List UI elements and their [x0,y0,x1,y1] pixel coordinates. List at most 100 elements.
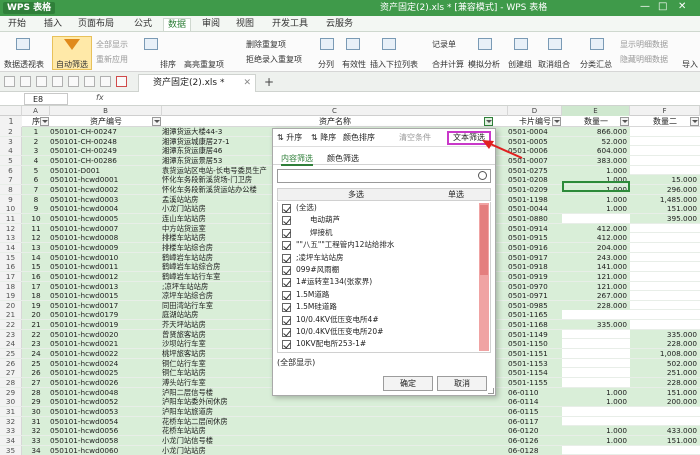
column-header-a[interactable]: A [22,106,50,116]
multi-select-header[interactable]: 多选 [348,189,364,201]
filter-list-item[interactable]: 1.5M道路 [278,289,490,301]
cell-code[interactable]: 050101-hcwd0020 [50,330,162,339]
checkbox-checked[interactable] [282,254,291,263]
cell-code[interactable]: 050101-CH-00249 [50,146,162,155]
cell-code[interactable]: 050101-hcwd0012 [50,272,162,281]
cell-card[interactable]: 0501-0914 [508,224,562,233]
cell-q1[interactable]: 1.000 [562,166,630,175]
close-icon[interactable]: ✕ [678,1,686,12]
highlight-duplicates-button[interactable]: 高亮重复项 [184,59,224,70]
cell-q1[interactable]: 604.000 [562,146,630,155]
tab-formula[interactable]: 公式 [134,18,156,31]
cell-q2[interactable]: 151.000 [630,388,700,397]
column-header-c[interactable]: C [162,106,508,116]
cell-card[interactable]: 0501-1149 [508,330,562,339]
cell-code[interactable]: 050101-hcwd0007 [50,224,162,233]
cell-s[interactable]: 23 [22,339,50,348]
cell-card[interactable]: 0501-0985 [508,301,562,310]
cell-code[interactable]: 050101-hcwd0179 [50,310,162,319]
cell-s[interactable]: 4 [22,156,50,165]
filter-dropdown-c[interactable] [484,117,493,126]
cell-card[interactable]: 0501-1151 [508,349,562,358]
filter-list-item[interactable]: ""八五""工程管内12站给排水 [278,239,490,251]
cell-s[interactable]: 10 [22,214,50,223]
cell-card[interactable]: 0501-1165 [508,310,562,319]
cell-s[interactable]: 17 [22,282,50,291]
filter-list-item[interactable]: 10/0.4KV低压变电所20# [278,326,490,338]
new-tab-icon[interactable]: + [264,75,274,89]
cell-card[interactable]: 0501-1154 [508,368,562,377]
cell-s[interactable]: 20 [22,310,50,319]
table-row[interactable]: 3029050101-hcwd0052泸阳车站委外间休房06-01141.000… [0,397,700,407]
checkbox-checked[interactable] [282,340,291,349]
cell-q1[interactable]: 1.000 [562,195,630,204]
cell-q1[interactable]: 141.000 [562,262,630,271]
cell-code[interactable]: 050101-hcwd0053 [50,407,162,416]
cell-s[interactable]: 22 [22,330,50,339]
cell-code[interactable]: 050101-hcwd0004 [50,204,162,213]
tab-document[interactable]: 资产固定(2).xls * ✕ [138,74,256,92]
function-icon[interactable]: fx [96,93,104,102]
import-button[interactable]: 导入 [682,59,698,70]
cell-code[interactable]: 050101-hcwd0056 [50,426,162,435]
cell-card[interactable]: 0501-0209 [508,185,562,194]
cell-code[interactable]: 050101-hcwd0024 [50,359,162,368]
cell-q2[interactable]: 1,485.000 [630,195,700,204]
cell-card[interactable]: 0501-0915 [508,233,562,242]
checkbox-checked[interactable] [282,291,291,300]
cell-q2[interactable]: 251.000 [630,368,700,377]
cell-card[interactable]: 06-0115 [508,407,562,416]
cell-s[interactable]: 15 [22,262,50,271]
cell-code[interactable]: 050101-hcwd0009 [50,243,162,252]
what-if-analysis-button[interactable]: 模拟分析 [468,59,500,70]
column-header-e[interactable]: E [562,106,630,116]
insert-dropdown-button[interactable]: 插入下拉列表 [370,59,418,70]
tab-review[interactable]: 审阅 [202,18,224,31]
filter-list-item[interactable]: 10韶山16户住宅 [278,351,490,353]
cell-card[interactable]: 0501-0917 [508,253,562,262]
pivot-table-button[interactable]: 数据透视表 [4,59,44,70]
filter-list-item[interactable]: (全选) [278,202,490,214]
filter-dropdown-d[interactable] [552,117,561,126]
create-group-button[interactable]: 创建组 [508,59,532,70]
split-columns-button[interactable]: 分列 [318,59,334,70]
cell-s[interactable]: 26 [22,368,50,377]
cancel-button[interactable]: 取消 [437,376,487,391]
cell-s[interactable]: 7 [22,185,50,194]
table-row[interactable]: 3130050101-hcwd0053泸阳车站旅道房06-0115 [0,407,700,417]
redo-icon[interactable] [100,76,111,87]
cell-q2[interactable]: 395.000 [630,214,700,223]
cell-card[interactable]: 0501-1155 [508,378,562,387]
cell-q1[interactable]: 383.000 [562,156,630,165]
cell-card[interactable]: 0501-0208 [508,175,562,184]
list-scrollbar[interactable] [479,203,489,351]
cell-name[interactable]: 小龙门站信号楼 [162,436,508,445]
cell-code[interactable]: 050101-hcwd0019 [50,320,162,329]
ok-button[interactable]: 确定 [383,376,433,391]
cell-card[interactable]: 0501-1198 [508,195,562,204]
cell-s[interactable]: 27 [22,378,50,387]
table-row[interactable]: 3433050101-hcwd0058小龙门站信号楼06-01261.00015… [0,436,700,446]
cell-q1[interactable]: 412.000 [562,233,630,242]
column-header-f[interactable]: F [630,106,700,116]
cell-s[interactable]: 2 [22,137,50,146]
text-filter-button[interactable]: 文本筛选 [447,131,491,145]
cell-q1[interactable]: 204.000 [562,243,630,252]
filter-list-item[interactable]: 电动葫芦 [278,214,490,226]
cell-code[interactable]: 050101-D001 [50,166,162,175]
cell-card[interactable]: 06-0114 [508,397,562,406]
cell-q1[interactable]: 335.000 [562,320,630,329]
checkbox-checked[interactable] [282,316,291,325]
cell-q2[interactable]: 335.000 [630,330,700,339]
undo-icon[interactable] [84,76,95,87]
cell-code[interactable]: 050101-hcwd0022 [50,349,162,358]
cell-q1[interactable]: 1.000 [562,204,630,213]
cell-s[interactable]: 5 [22,166,50,175]
cell-s[interactable]: 31 [22,417,50,426]
new-file-icon[interactable] [4,76,15,87]
table-row[interactable]: 3332050101-hcwd0056花桥车站站房06-01201.000433… [0,426,700,436]
cell-s[interactable]: 29 [22,397,50,406]
checkbox-checked[interactable] [282,229,291,238]
cell-card[interactable]: 0501-0006 [508,146,562,155]
cell-q1[interactable]: 1.000 [562,397,630,406]
